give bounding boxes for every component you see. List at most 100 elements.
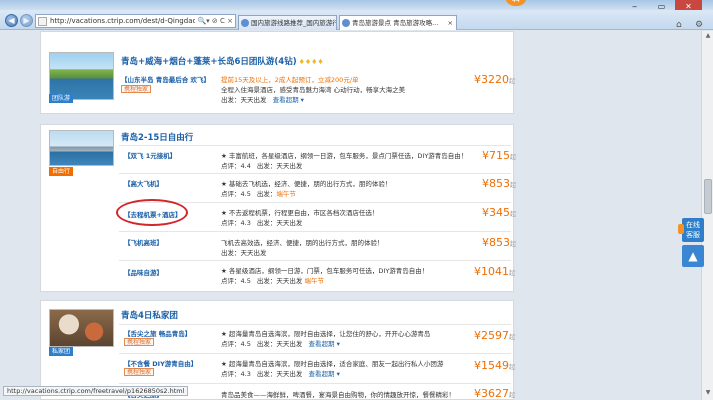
tab-label: 国内旅游线路推荐_国内旅游行...	[251, 19, 337, 27]
score: 点评：4.3	[221, 370, 251, 378]
price-suffix: 起	[509, 270, 516, 277]
option-desc: 飞机去高效选，经济、便捷，朋的出行方式，朋的体验！	[221, 239, 384, 247]
option-meta: 点评：4.3 出发：天天出发	[221, 217, 302, 227]
option-desc-text: 丰富航班，各星级酒店，纲领一日游，包车服务，景点门票任选，DIY游青岛自由！	[228, 152, 468, 160]
option-name[interactable]: 【高大飞机】	[124, 178, 163, 188]
window-titlebar: 44 ‒ ▭ ✕	[0, 0, 713, 13]
option-meta: 出发：天天出发	[221, 247, 267, 257]
highlight-circle	[116, 199, 188, 226]
price-value: 853	[489, 177, 510, 190]
option-desc: ★ 超海量青岛自选海滨，限时自由选择，适合家庭、朋友一起出行私人小团游	[221, 360, 444, 368]
price: ¥1549起	[474, 359, 516, 372]
product-card-free-travel: 自由行 青岛2-15日自由行 【双飞 1元接机】 ★ 丰富航班，各星级酒店，纲领…	[40, 124, 517, 292]
tab-qingdao[interactable]: 青岛旅游景点 青岛旅游攻略... ×	[339, 15, 457, 30]
expand-link[interactable]: 查看超期 ▾	[309, 370, 340, 378]
departure-label: 出发：	[221, 96, 241, 104]
scroll-down-icon[interactable]: ▼	[703, 389, 713, 398]
forward-icon[interactable]: ▶	[20, 14, 33, 27]
arrow-up-icon: ▲	[688, 249, 698, 263]
departure-value: 天天出发	[276, 219, 303, 227]
departure-label: 出发：	[256, 190, 277, 198]
option-meta: 点评：4.4 出发：天天出发	[221, 160, 302, 170]
departure-label: 出发：	[221, 249, 241, 257]
home-icon[interactable]: ⌂	[676, 20, 682, 30]
departure-label: 出发：	[256, 277, 277, 285]
online-label-1: 在线	[686, 221, 700, 229]
close-tab-icon[interactable]: ×	[448, 16, 453, 30]
option-meta: 点评：4.5 出发：天天出发 端午节	[221, 275, 324, 285]
score: 点评：4.5	[221, 277, 251, 285]
price-value: 1041	[481, 265, 509, 278]
departure-value: 天天出发	[276, 340, 303, 348]
price: ¥345起	[482, 206, 517, 219]
option-name[interactable]: 【飞机高班】	[124, 237, 163, 247]
price-suffix: 起	[509, 392, 516, 399]
address-text: http://vacations.ctrip.com/dest/d-Qingda…	[50, 17, 204, 25]
product-card-private: 私家团 青岛4日私家团 【舌尖之旅 畅品青岛】 携程独家 ★ 超海量青岛自选海滨…	[40, 300, 516, 400]
price: ¥3627起	[474, 387, 516, 400]
option-desc-text: 超海量青岛自选海滨，限时自由选择，让您住的舒心，开开心心游青岛	[228, 330, 431, 338]
option-desc: ★ 各星级酒店，纲领一日游，门票，包车服务可任选，DIY游青岛自由！	[221, 267, 429, 275]
option-desc: 青岛品美食——海鲜鲜，啤酒餐，宴海景自由购物，你的情趣放开惊，餐餐精彩！	[221, 391, 455, 399]
departure-label: 出发：	[256, 219, 277, 227]
option-name[interactable]: 【舌尖之旅 畅品青岛】	[124, 328, 191, 338]
product-title[interactable]: 青岛4日私家团	[121, 309, 178, 321]
holiday-tag: 端午节	[304, 277, 325, 285]
product-title-link[interactable]: 青岛+威海+烟台+蓬莱+长岛6日团队游(4钻)	[121, 57, 297, 67]
tab-favicon-icon	[241, 19, 249, 27]
product-image[interactable]	[49, 52, 114, 100]
departure-value: 天天出发	[276, 162, 303, 170]
price-suffix: 起	[510, 211, 517, 218]
image-tag: 私家团	[49, 347, 74, 356]
score: 点评：4.4	[221, 162, 251, 170]
price-value: 3627	[481, 387, 509, 400]
price-suffix: 起	[509, 334, 516, 341]
promo-tag: 携程独家	[124, 338, 155, 346]
option-desc-text: 超海量青岛自选海滨，限时自由选择，适合家庭、朋友一起出行私人小团游	[228, 360, 444, 368]
price-suffix: 起	[509, 364, 516, 371]
product-image[interactable]	[49, 130, 114, 166]
score: 点评：4.5	[221, 340, 251, 348]
back-icon[interactable]: ◀	[5, 14, 18, 27]
option-name[interactable]: 【双飞 1元接机】	[124, 150, 176, 160]
price-value: 715	[489, 149, 510, 162]
price-value: 1549	[481, 359, 509, 372]
price: ¥853起	[482, 236, 517, 249]
address-bar[interactable]: http://vacations.ctrip.com/dest/d-Qingda…	[35, 14, 236, 28]
vertical-scrollbar[interactable]: ▲ ▼	[701, 31, 713, 400]
address-actions-icon[interactable]: 🔍▾ ⊘ C ×	[195, 15, 233, 27]
promo-tag: 携程独家	[121, 85, 152, 93]
notification-badge[interactable]: 44	[505, 0, 527, 6]
divider	[119, 324, 511, 325]
product-subtitle[interactable]: 【山东半岛 青岛最后合 欢飞】	[121, 74, 210, 84]
online-service-button[interactable]: 在线 客服	[678, 218, 704, 242]
back-to-top-button[interactable]: ▲	[682, 245, 704, 267]
option-name[interactable]: 【不含餐 DIY游青自由】	[124, 358, 197, 368]
gear-icon[interactable]: ⚙	[695, 20, 703, 30]
price: ¥853起	[482, 177, 517, 190]
scroll-up-icon[interactable]: ▲	[703, 32, 713, 41]
price-value: 3220	[481, 73, 509, 86]
option-meta: 点评：4.3 出发：天天出发 查看超期 ▾	[221, 368, 340, 378]
product-image[interactable]	[49, 309, 114, 347]
holiday-tag: 端午节	[276, 190, 296, 198]
tab-favicon-icon	[342, 19, 350, 27]
product-title[interactable]: 青岛+威海+烟台+蓬莱+长岛6日团队游(4钻) ♦♦♦♦	[121, 55, 324, 67]
departure-label: 出发：	[256, 162, 277, 170]
price-value: 2597	[481, 329, 509, 342]
diamond-rating-icon: ♦♦♦♦	[298, 58, 324, 66]
product-title[interactable]: 青岛2-15日自由行	[121, 131, 193, 143]
option-desc-text: 不去返程机票，行程更自由，市区各档次酒店任选！	[228, 209, 379, 217]
price: ¥715起	[482, 149, 517, 162]
divider	[119, 173, 511, 174]
expand-link[interactable]: 查看超期 ▾	[273, 96, 304, 104]
departure-line: 出发：天天出发 查看超期 ▾	[221, 94, 304, 104]
divider	[119, 383, 511, 384]
promo-line: 提前15天及以上，2成人起预订，立减200元/单	[221, 76, 359, 84]
option-name[interactable]: 【品味自游】	[124, 267, 163, 277]
expand-link[interactable]: 查看超期 ▾	[309, 340, 340, 348]
scroll-thumb[interactable]	[704, 179, 712, 214]
tab-domestic-tour[interactable]: 国内旅游线路推荐_国内旅游行...	[238, 15, 337, 30]
divider	[119, 353, 511, 354]
price-suffix: 起	[509, 78, 516, 85]
